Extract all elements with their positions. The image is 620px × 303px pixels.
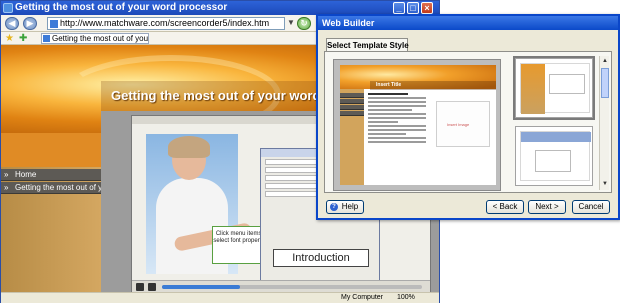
tab-label: Getting the most out of your word proces… — [52, 34, 149, 43]
tab-select-template-style[interactable]: Select Template Style — [326, 38, 409, 52]
preview-line — [368, 109, 412, 111]
minimize-button[interactable]: _ — [393, 2, 405, 14]
template-thumb-orange[interactable] — [513, 56, 595, 120]
close-button[interactable]: × — [421, 2, 433, 14]
zoom-level[interactable]: 100% — [397, 293, 415, 303]
sidebar-item-tutorial[interactable]: » Getting the most out of your w... — [1, 182, 101, 194]
thumbnail-scrollbar[interactable]: ▲ ▼ — [599, 56, 609, 190]
cancel-button[interactable]: Cancel — [572, 200, 610, 214]
screen: { "browser": { "window_title": "Getting … — [0, 0, 620, 303]
dropdown-arrow-icon[interactable]: ▼ — [287, 18, 296, 29]
preview-line — [368, 105, 426, 107]
preview-title: Insert Title — [370, 81, 496, 90]
maximize-button[interactable]: □ — [407, 2, 419, 14]
tab-current[interactable]: Getting the most out of your word proces… — [41, 33, 149, 44]
preview-line — [368, 101, 426, 103]
video-progress-fill — [162, 285, 240, 289]
play-icon[interactable] — [136, 283, 144, 291]
preview-line — [368, 97, 426, 99]
browser-title-bar: Getting the most out of your word proces… — [1, 1, 439, 15]
status-bar: My Computer 100% — [1, 292, 439, 303]
scroll-thumb[interactable] — [601, 68, 609, 98]
next-button[interactable]: Next > — [528, 200, 566, 214]
back-button[interactable]: < Back — [486, 200, 524, 214]
help-icon: ? — [330, 203, 338, 211]
chevron-right-icon: » — [4, 170, 9, 179]
preview-line — [368, 133, 406, 135]
sidebar-item-label: Home — [15, 170, 37, 179]
preview-nav-item — [340, 99, 364, 104]
intro-preview: Introduction — [273, 249, 369, 267]
address-text: http://www.matchware.com/screencorder5/i… — [60, 18, 270, 28]
browser-title-text: Getting the most out of your word proces… — [15, 2, 228, 13]
refresh-icon[interactable]: ↻ — [297, 17, 311, 30]
help-label: Help — [341, 202, 359, 211]
preview-line — [368, 113, 426, 115]
forward-nav-icon[interactable]: ▶ — [23, 17, 37, 30]
preview-line — [368, 121, 398, 123]
template-thumb-blue[interactable] — [515, 126, 593, 186]
sidebar-header — [1, 133, 101, 167]
template-preview-frame: Insert Title Insert Image — [333, 59, 501, 191]
stop-icon[interactable] — [148, 283, 156, 291]
zone-text: My Computer — [341, 294, 384, 301]
preview-line — [368, 141, 426, 143]
presenter-hair — [168, 136, 210, 158]
preview-image-placeholder: Insert Image — [436, 101, 490, 147]
preview-line — [368, 117, 426, 119]
page-icon — [50, 20, 58, 28]
preview-nav-item — [340, 105, 364, 110]
preview-line — [368, 93, 408, 95]
dialog-title: Web Builder — [318, 16, 618, 30]
video-controls — [132, 280, 430, 292]
back-nav-icon[interactable]: ◀ — [5, 17, 19, 30]
template-preview: Insert Title Insert Image — [340, 65, 496, 185]
scroll-down-icon[interactable]: ▼ — [601, 180, 609, 188]
sidebar: » Home » Getting the most out of your w.… — [1, 133, 101, 292]
page-icon — [43, 35, 50, 42]
chevron-right-icon: » — [4, 183, 9, 192]
address-input[interactable]: http://www.matchware.com/screencorder5/i… — [47, 17, 285, 30]
template-panel: Insert Title Insert Image ▲ ▼ — [324, 51, 612, 193]
sidebar-item-home[interactable]: » Home — [1, 169, 101, 181]
preview-line — [368, 129, 426, 131]
favorites-star-icon[interactable]: ★ — [5, 33, 14, 44]
help-button[interactable]: ? Help — [326, 200, 364, 214]
preview-text-block — [368, 93, 426, 181]
web-builder-dialog: Web Builder Select Template Style Insert… — [316, 14, 620, 220]
preview-image-label: Insert Image — [447, 122, 470, 127]
preview-sidebar — [340, 89, 364, 185]
preview-nav-item — [340, 111, 364, 116]
add-favorite-icon[interactable]: ✚ — [19, 33, 27, 44]
ie-icon — [3, 3, 13, 13]
preview-line — [368, 125, 426, 127]
preview-line — [368, 137, 426, 139]
preview-nav-item — [340, 93, 364, 98]
sidebar-item-label: Getting the most out of your w... — [15, 183, 101, 192]
template-thumbnails — [511, 56, 597, 190]
video-progress-bar[interactable] — [162, 285, 422, 289]
scroll-up-icon[interactable]: ▲ — [601, 57, 609, 65]
